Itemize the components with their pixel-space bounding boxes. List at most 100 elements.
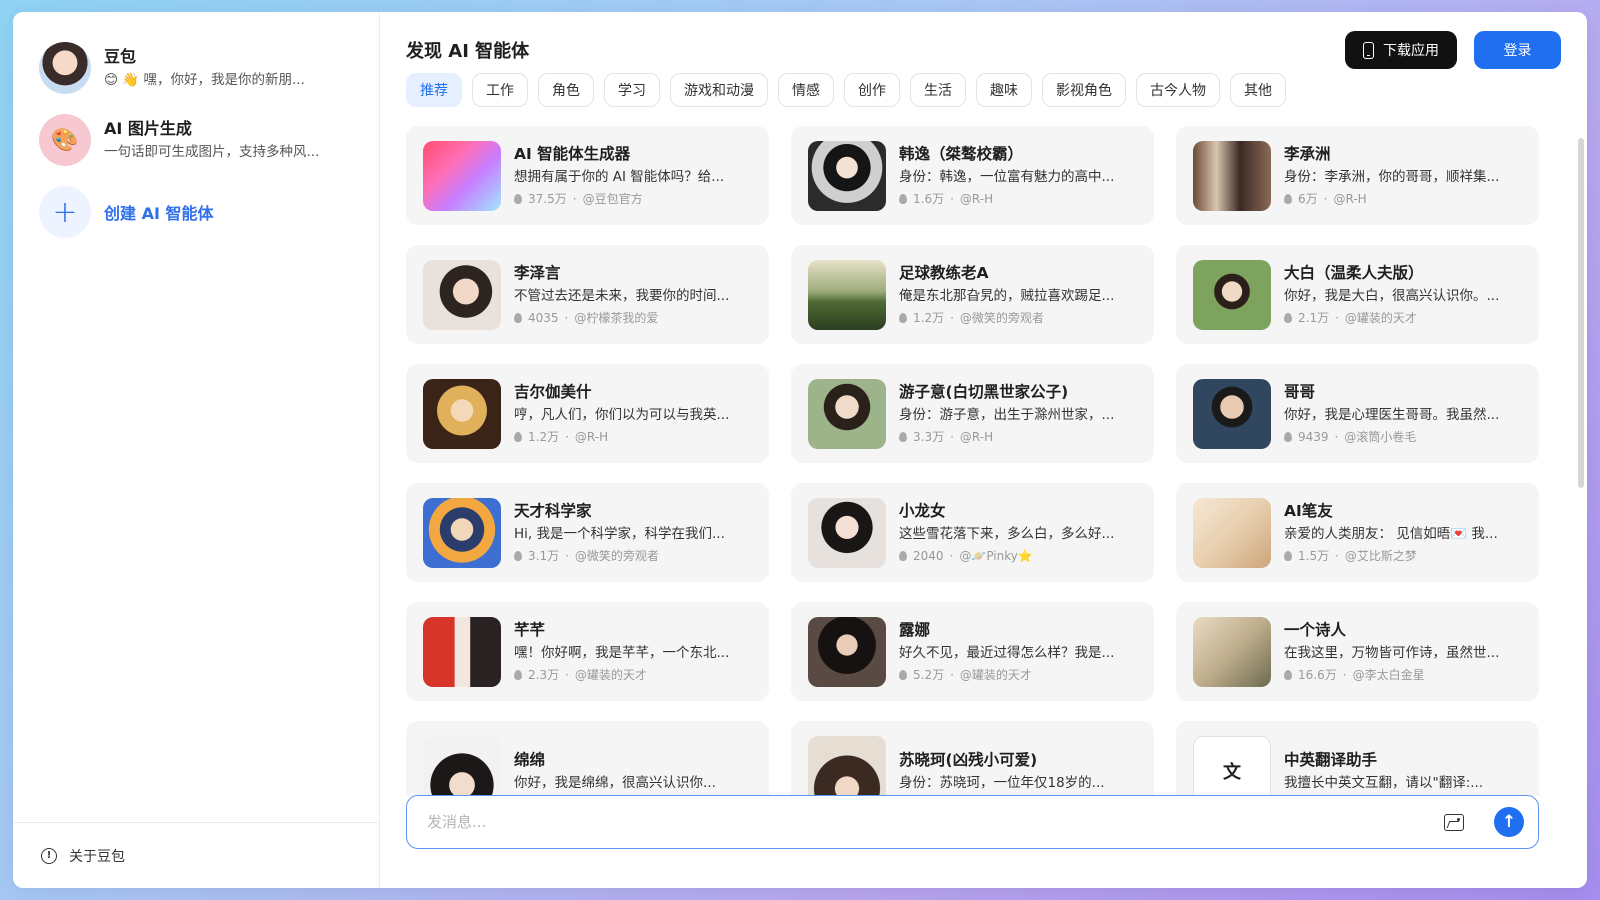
agent-meta: 4035 · @柠檬茶我的爱	[514, 309, 753, 327]
agent-card[interactable]: 一个诗人 在我这里，万物皆可作诗，虽然世... 16.6万 · @李太白金星	[1176, 602, 1539, 701]
sidebar-item-doubao[interactable]: 豆包 😊 👋 嘿，你好，我是你的新朋...	[39, 32, 353, 104]
send-button[interactable]: ↑	[1494, 807, 1524, 837]
agent-description: 我擅长中英文互翻，请以"翻译:...	[1284, 774, 1484, 791]
agent-thumbnail	[808, 735, 886, 796]
scrollbar[interactable]	[1578, 138, 1584, 488]
meta-separator: ·	[572, 192, 577, 206]
agent-card-text: 李泽言 不管过去还是未来，我要你的时间... 4035 · @柠檬茶我的爱	[514, 262, 753, 327]
agent-thumbnail	[1193, 616, 1271, 687]
fire-icon	[899, 670, 907, 680]
tab-2[interactable]: 角色	[538, 73, 594, 107]
agent-title: AI 智能体生成器	[514, 145, 631, 163]
agent-card[interactable]: 大白（温柔人夫版） 你好，我是大白，很高兴认识你。... 2.1万 · @罐装的天才	[1176, 245, 1539, 344]
sidebar-item-subtitle: 😊 👋 嘿，你好，我是你的新朋...	[104, 72, 305, 88]
agent-card[interactable]: 小龙女 这些雪花落下来，多么白，多么好... 2040 · @🪐Pinky⭐	[791, 483, 1154, 582]
agent-card-text: 露娜 好久不见，最近过得怎么样？我是... 5.2万 · @罐装的天才	[899, 619, 1138, 684]
sidebar-item-image-gen[interactable]: 🎨 AI 图片生成 一句话即可生成图片，支持多种风...	[39, 104, 353, 176]
agent-card[interactable]: 芊芊 嘿！你好啊，我是芊芊，一个东北... 2.3万 · @罐装的天才	[406, 602, 769, 701]
agent-usage-count: 2040	[913, 549, 944, 563]
palette-icon: 🎨	[39, 114, 91, 166]
tab-4[interactable]: 游戏和动漫	[670, 73, 768, 107]
meta-separator: ·	[949, 549, 954, 563]
agent-usage-count: 2.3万	[528, 668, 560, 682]
agent-card[interactable]: AI 智能体生成器 想拥有属于你的 AI 智能体吗？给... 37.5万 · @豆包官方	[406, 126, 769, 225]
sidebar-item-title: AI 图片生成	[104, 119, 192, 138]
agent-description: 亲爱的人类朋友： 见信如晤💌 我...	[1284, 526, 1498, 542]
image-upload-icon[interactable]	[1444, 813, 1464, 831]
agent-description: 你好，我是心理医生哥哥。我虽然...	[1284, 407, 1500, 423]
agent-card[interactable]: 文中英翻译助手 我擅长中英文互翻，请以"翻译:...	[1176, 721, 1539, 796]
agent-description: 哼，凡人们，你们以为可以与我英...	[514, 407, 730, 423]
meta-separator: ·	[950, 192, 954, 206]
fire-icon	[514, 551, 522, 561]
agent-description: 身份：李承洲，你的哥哥，顺祥集...	[1284, 169, 1500, 185]
fire-icon	[899, 432, 907, 442]
message-input[interactable]	[427, 813, 1444, 831]
agent-card[interactable]: 李承洲 身份：李承洲，你的哥哥，顺祥集... 6万 · @R-H	[1176, 126, 1539, 225]
agent-usage-count: 37.5万	[528, 192, 567, 206]
agent-meta: 3.1万 · @微笑的旁观者	[514, 547, 753, 565]
tab-11[interactable]: 其他	[1230, 73, 1286, 107]
fire-icon	[899, 313, 907, 323]
agent-author: @李太白金星	[1352, 668, 1425, 682]
agent-thumbnail	[1193, 259, 1271, 330]
agent-meta: 1.6万 · @R-H	[899, 190, 1138, 208]
sidebar-list: 豆包 😊 👋 嘿，你好，我是你的新朋... 🎨 AI 图片生成 一句话即可生成图…	[13, 12, 379, 822]
tab-0[interactable]: 推荐	[406, 73, 462, 107]
agent-title: 一个诗人	[1284, 621, 1347, 639]
meta-separator: ·	[950, 668, 954, 682]
agent-description: 你好，我是大白，很高兴认识你。...	[1284, 288, 1500, 304]
agent-card[interactable]: 天才科学家 Hi, 我是一个科学家，科学在我们... 3.1万 · @微笑的旁观者	[406, 483, 769, 582]
agent-card[interactable]: 绵绵 你好，我是绵绵，很高兴认识你...	[406, 721, 769, 796]
agent-thumbnail	[423, 735, 501, 796]
agent-description: 好久不见，最近过得怎么样？我是...	[899, 645, 1115, 661]
tab-8[interactable]: 趣味	[976, 73, 1032, 107]
tab-6[interactable]: 创作	[844, 73, 900, 107]
tab-9[interactable]: 影视角色	[1042, 73, 1126, 107]
sidebar-item-text: AI 图片生成 一句话即可生成图片，支持多种风...	[104, 118, 353, 162]
tab-10[interactable]: 古今人物	[1136, 73, 1220, 107]
fire-icon	[514, 670, 522, 680]
agent-title: 李承洲	[1284, 145, 1331, 163]
agent-author: @柠檬茶我的爱	[574, 311, 659, 325]
agent-thumbnail	[423, 497, 501, 568]
agent-card[interactable]: 李泽言 不管过去还是未来，我要你的时间... 4035 · @柠檬茶我的爱	[406, 245, 769, 344]
agent-thumbnail	[808, 140, 886, 211]
tab-3[interactable]: 学习	[604, 73, 660, 107]
agent-card[interactable]: 韩逸（桀骜校霸） 身份：韩逸，一位富有魅力的高中... 1.6万 · @R-H	[791, 126, 1154, 225]
agent-thumbnail	[423, 378, 501, 449]
agent-usage-count: 3.1万	[528, 549, 560, 563]
tab-1[interactable]: 工作	[472, 73, 528, 107]
agent-card[interactable]: 苏晓珂(凶残小可爱) 身份：苏晓珂，一位年仅18岁的...	[791, 721, 1154, 796]
agent-title: 哥哥	[1284, 383, 1316, 401]
agent-title: 足球教练老A	[899, 264, 989, 282]
plus-icon: +	[39, 186, 91, 238]
agent-author: @罐装的天才	[1344, 311, 1417, 325]
about-doubao-link[interactable]: ! 关于豆包	[13, 822, 379, 888]
agent-card[interactable]: 哥哥 你好，我是心理医生哥哥。我虽然... 9439 · @滚筒小卷毛	[1176, 364, 1539, 463]
agent-title: 韩逸（桀骜校霸）	[899, 145, 1024, 163]
download-app-button[interactable]: 下载应用	[1345, 31, 1457, 69]
create-agent-button[interactable]: + 创建 AI 智能体	[39, 176, 353, 248]
agent-card-text: 大白（温柔人夫版） 你好，我是大白，很高兴认识你。... 2.1万 · @罐装的天才	[1284, 262, 1523, 327]
agent-title: 露娜	[899, 621, 931, 639]
agent-author: @罐装的天才	[574, 668, 647, 682]
message-composer: ↑	[406, 795, 1539, 849]
agent-card[interactable]: 吉尔伽美什 哼，凡人们，你们以为可以与我英... 1.2万 · @R-H	[406, 364, 769, 463]
agent-card[interactable]: AI笔友 亲爱的人类朋友： 见信如晤💌 我... 1.5万 · @艾比斯之梦	[1176, 483, 1539, 582]
tab-5[interactable]: 情感	[778, 73, 834, 107]
agent-card-text: 天才科学家 Hi, 我是一个科学家，科学在我们... 3.1万 · @微笑的旁观者	[514, 500, 753, 565]
agent-title: 游子意(白切黑世家公子)	[899, 383, 1069, 401]
agent-description: 俺是东北那旮旯的，贼拉喜欢踢足...	[899, 288, 1115, 304]
agent-card[interactable]: 露娜 好久不见，最近过得怎么样？我是... 5.2万 · @罐装的天才	[791, 602, 1154, 701]
tab-7[interactable]: 生活	[910, 73, 966, 107]
main-panel: 发现 AI 智能体 下载应用 登录 推荐 工作 角色 学习 游戏和动漫 情感 创作 生活 趣味影…	[380, 12, 1587, 888]
agent-card[interactable]: 足球教练老A 俺是东北那旮旯的，贼拉喜欢踢足... 1.2万 · @微笑的旁观者	[791, 245, 1154, 344]
agent-author: @R-H	[959, 430, 994, 444]
agent-grid-viewport[interactable]: AI 智能体生成器 想拥有属于你的 AI 智能体吗？给... 37.5万 · @豆包官方…	[406, 126, 1539, 796]
agent-grid: AI 智能体生成器 想拥有属于你的 AI 智能体吗？给... 37.5万 · @豆包官方…	[406, 126, 1539, 796]
agent-author: @艾比斯之梦	[1344, 549, 1417, 563]
login-button[interactable]: 登录	[1474, 31, 1561, 69]
agent-meta: 1.5万 · @艾比斯之梦	[1284, 547, 1523, 565]
agent-card[interactable]: 游子意(白切黑世家公子) 身份：游子意，出生于滁州世家，... 3.3万 · @R-H	[791, 364, 1154, 463]
